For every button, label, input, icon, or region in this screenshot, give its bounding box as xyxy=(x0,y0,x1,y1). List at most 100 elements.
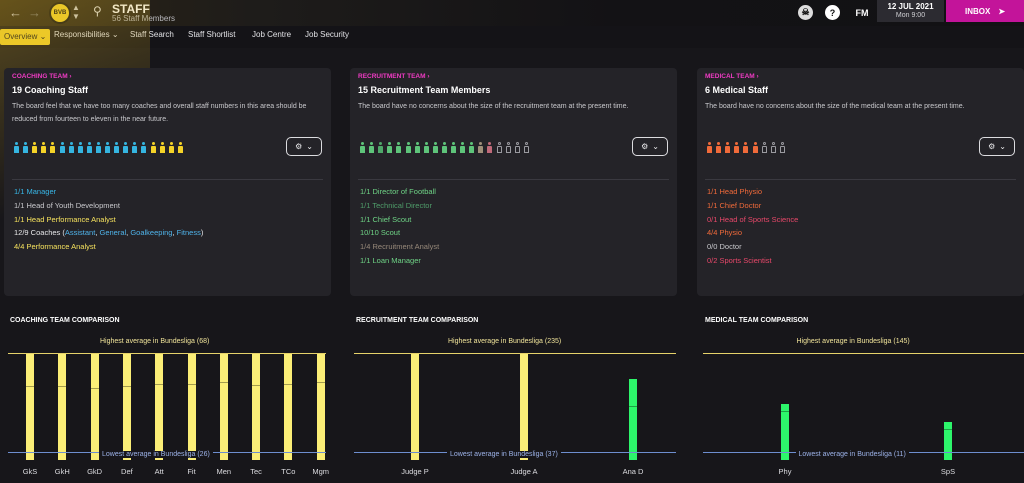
view-filter-button[interactable]: ⚙ ⌄ xyxy=(632,137,668,156)
person-body xyxy=(50,146,56,153)
bar-gkh[interactable] xyxy=(58,353,67,460)
person-head xyxy=(361,142,364,145)
role-item[interactable]: 1/1 Head of Youth Development xyxy=(14,199,203,213)
role-item[interactable]: 10/10 Scout xyxy=(360,226,439,240)
person-head xyxy=(60,142,64,145)
bar-marker xyxy=(316,382,325,384)
panel-link[interactable]: RECRUITMENT TEAM › xyxy=(358,73,430,80)
tab-responsibilities[interactable]: Responsibilities ⌄ xyxy=(54,30,119,39)
highest-average-line xyxy=(703,353,1024,354)
person-body xyxy=(432,146,438,153)
role-item[interactable]: 0/0 Doctor xyxy=(707,240,798,254)
club-logo[interactable]: BVB xyxy=(49,2,71,24)
bar-fit[interactable] xyxy=(187,353,196,460)
role-item[interactable]: 1/4 Recruitment Analyst xyxy=(360,240,439,254)
search-icon[interactable]: ⚲ xyxy=(93,4,102,18)
person-head xyxy=(415,142,419,145)
staff-panel-1: RECRUITMENT TEAM › 15 Recruitment Team Me… xyxy=(350,68,677,296)
person-body xyxy=(123,146,129,153)
role-item[interactable]: 1/1 Head Physio xyxy=(707,185,798,199)
role-subtext[interactable]: General xyxy=(99,228,126,237)
person-icon xyxy=(32,142,38,153)
person-head xyxy=(178,142,182,145)
bar-gks[interactable] xyxy=(26,353,34,460)
person-head xyxy=(708,142,711,145)
person-head xyxy=(452,142,455,145)
role-item[interactable]: 1/1 Chief Doctor xyxy=(707,199,798,213)
person-body xyxy=(369,146,375,153)
person-head xyxy=(506,142,510,145)
role-item[interactable]: 0/2 Sports Scientist xyxy=(707,254,798,268)
role-item[interactable]: 1/1 Technical Director xyxy=(360,199,439,213)
panel-link[interactable]: MEDICAL TEAM › xyxy=(705,73,759,80)
person-icon xyxy=(725,142,731,153)
tab-job-security[interactable]: Job Security xyxy=(305,30,349,39)
person-head xyxy=(753,142,757,145)
tab-overview[interactable]: Overview ⌄ xyxy=(0,29,51,45)
person-head xyxy=(762,142,766,145)
person-body xyxy=(378,146,384,153)
x-tick-label: SpS xyxy=(940,467,956,476)
tab-staff-search[interactable]: Staff Search xyxy=(130,30,174,39)
person-head xyxy=(15,142,18,145)
bar-men[interactable] xyxy=(219,353,228,460)
role-text: 1/1 Loan Manager xyxy=(360,255,421,265)
bar-tco[interactable] xyxy=(284,353,293,460)
panel-link[interactable]: COACHING TEAM › xyxy=(12,73,72,80)
club-switch-chevrons-icon[interactable]: ▲ ▼ xyxy=(72,3,80,21)
person-body xyxy=(86,146,92,153)
chevron-right-icon: › xyxy=(425,73,430,80)
person-body xyxy=(752,146,758,153)
bar-ana-d[interactable] xyxy=(629,378,637,460)
bar-tec[interactable] xyxy=(252,353,261,460)
role-subtext[interactable]: Assistant xyxy=(65,228,95,237)
view-filter-button[interactable]: ⚙ ⌄ xyxy=(979,137,1015,156)
help-icon[interactable]: ? xyxy=(825,5,840,20)
role-text: 1/1 Chief Doctor xyxy=(707,200,762,210)
person-icon xyxy=(77,142,83,153)
bar-def[interactable] xyxy=(122,353,131,460)
role-text: 0/0 Doctor xyxy=(707,242,742,252)
role-subtext[interactable]: Fitness xyxy=(177,228,201,237)
bar-mgm[interactable] xyxy=(316,353,325,460)
forward-arrow-icon[interactable]: → xyxy=(28,5,41,20)
highest-average-label: Highest average in Bundesliga (235) xyxy=(445,338,565,345)
role-item[interactable]: 4/4 Physio xyxy=(707,226,798,240)
date-time-box[interactable]: 12 JUL 2021 Mon 9:00 xyxy=(877,0,944,22)
skull-icon[interactable]: ☠ xyxy=(798,5,813,20)
role-text: 1/1 Manager xyxy=(14,187,57,196)
role-item[interactable]: 1/1 Director of Football xyxy=(360,185,439,199)
chevron-down-icon: ⌄ xyxy=(37,32,47,41)
inbox-button[interactable]: INBOX ➤ xyxy=(946,0,1024,22)
divider xyxy=(705,179,1016,180)
person-icon xyxy=(432,142,438,153)
role-text: 1/4 Recruitment Analyst xyxy=(360,242,440,252)
role-item[interactable]: 1/1 Loan Manager xyxy=(360,254,439,268)
person-icon xyxy=(478,142,484,153)
highest-average-label: Highest average in Bundesliga (68) xyxy=(97,338,213,345)
person-body xyxy=(469,146,475,153)
bar-judge-p[interactable] xyxy=(411,353,419,460)
view-filter-button[interactable]: ⚙ ⌄ xyxy=(286,137,322,156)
bar-gkd[interactable] xyxy=(90,353,99,460)
tab-label: Responsibilities xyxy=(54,30,110,39)
tab-staff-shortlist[interactable]: Staff Shortlist xyxy=(188,30,235,39)
role-item[interactable]: 12/9 Coaches (Assistant, General, Goalke… xyxy=(14,226,203,240)
role-item[interactable]: 1/1 Head Performance Analyst xyxy=(14,213,203,227)
role-item[interactable]: 4/4 Performance Analyst xyxy=(14,240,203,254)
divider xyxy=(12,179,323,180)
fm-menu-button[interactable]: FM xyxy=(851,5,873,20)
role-text: 1/1 Chief Scout xyxy=(360,214,412,224)
person-icon xyxy=(141,142,147,153)
role-subtext[interactable]: Goalkeeping xyxy=(130,228,172,237)
bar-att[interactable] xyxy=(155,353,164,460)
role-item[interactable]: 1/1 Chief Scout xyxy=(360,213,439,227)
bar-sps[interactable] xyxy=(944,421,952,460)
person-body xyxy=(141,146,147,153)
role-item[interactable]: 0/1 Head of Sports Science xyxy=(707,213,798,227)
bar-judge-a[interactable] xyxy=(520,353,528,460)
person-head xyxy=(160,142,164,145)
back-arrow-icon[interactable]: ← xyxy=(9,5,22,20)
tab-job-centre[interactable]: Job Centre xyxy=(252,30,291,39)
role-item[interactable]: 1/1 Manager xyxy=(14,185,203,199)
